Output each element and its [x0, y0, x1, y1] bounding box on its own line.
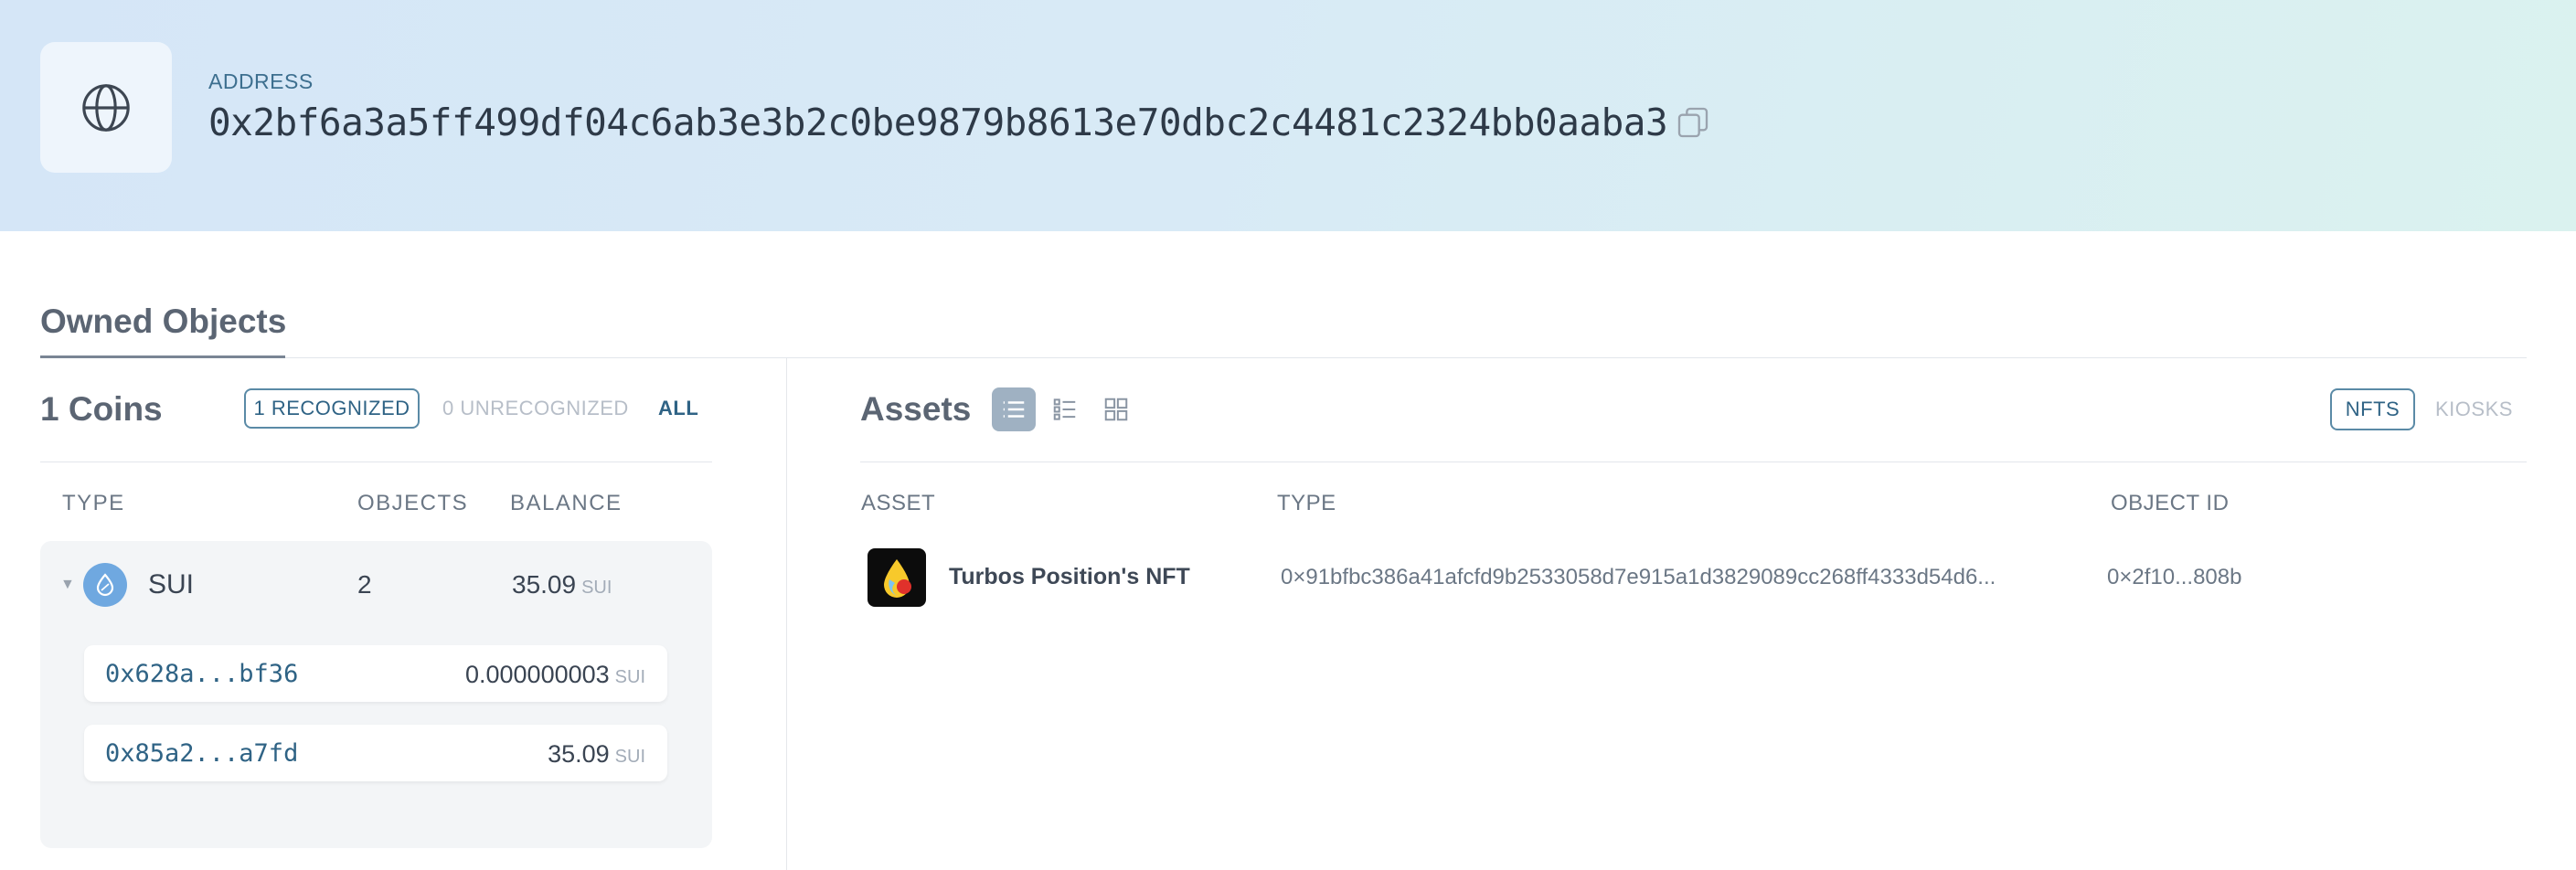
- address-value: 0x2bf6a3a5ff499df04c6ab3e3b2c0be9879b861…: [208, 101, 1668, 144]
- address-header: ADDRESS 0x2bf6a3a5ff499df04c6ab3e3b2c0be…: [0, 0, 2576, 231]
- turbos-logo-icon: [884, 559, 911, 598]
- coin-balance-unit: SUI: [581, 578, 612, 598]
- coin-object-amount-unit: SUI: [614, 667, 645, 687]
- collapse-caret-icon[interactable]: ▼: [60, 577, 75, 593]
- detailed-list-icon: [1053, 398, 1076, 420]
- assets-title: Assets: [860, 390, 972, 428]
- active-tab-indicator: [40, 355, 285, 358]
- column-header-balance: BALANCE: [510, 491, 623, 515]
- coins-title: 1 Coins: [40, 390, 163, 428]
- coin-object-amount-value: 35.09: [548, 740, 610, 768]
- coin-object-amount: 35.09 SUI: [548, 740, 645, 769]
- copy-icon[interactable]: [1675, 104, 1711, 141]
- address-label: ADDRESS: [208, 69, 314, 93]
- tab-kiosks[interactable]: KIOSKS: [2435, 388, 2513, 430]
- coin-object-id-link[interactable]: 0x85a2...a7fd: [105, 739, 298, 768]
- sui-token-icon: [83, 563, 127, 607]
- filter-all-button[interactable]: ALL: [658, 388, 698, 429]
- coin-name[interactable]: SUI: [148, 569, 194, 600]
- nft-object-id-link[interactable]: 0×2f10...808b: [2107, 565, 2241, 590]
- address-avatar: [40, 42, 172, 173]
- column-header-type: TYPE: [62, 491, 125, 515]
- detailed-list-view-button[interactable]: [1043, 387, 1087, 431]
- nft-type-link[interactable]: 0×91bfbc386a41afcfd9b2533058d7e915a1d382…: [1281, 565, 2060, 590]
- filter-unrecognized-button[interactable]: 0 UNRECOGNIZED: [442, 388, 629, 429]
- column-header-type: TYPE: [1277, 491, 1336, 515]
- coin-object-amount: 0.000000003 SUI: [465, 661, 645, 689]
- nft-thumbnail[interactable]: [868, 548, 926, 607]
- nft-name-link[interactable]: Turbos Position's NFT: [949, 564, 1190, 590]
- droplet-icon: [96, 573, 114, 597]
- coin-object-row[interactable]: 0x628a...bf36 0.000000003 SUI: [84, 645, 667, 702]
- column-header-objects: OBJECTS: [357, 491, 469, 515]
- list-view-button[interactable]: [992, 387, 1036, 431]
- coin-object-id-link[interactable]: 0x628a...bf36: [105, 660, 298, 688]
- grid-view-button[interactable]: [1094, 387, 1138, 431]
- section-divider: [40, 357, 2527, 358]
- coin-object-amount-value: 0.000000003: [464, 661, 610, 688]
- tab-nfts[interactable]: NFTS: [2330, 388, 2415, 430]
- coin-object-count: 2: [357, 570, 372, 599]
- column-header-asset: ASSET: [861, 491, 936, 515]
- coin-object-amount-unit: SUI: [614, 747, 645, 767]
- filter-recognized-button[interactable]: 1 RECOGNIZED: [244, 388, 420, 429]
- tab-owned-objects[interactable]: Owned Objects: [40, 302, 286, 341]
- column-header-object-id: OBJECT ID: [2111, 491, 2230, 515]
- coin-object-row[interactable]: 0x85a2...a7fd 35.09 SUI: [84, 725, 667, 781]
- list-view-icon: [1003, 401, 1025, 418]
- coin-balance-value: 35.09: [512, 570, 577, 599]
- grid-view-icon: [1104, 398, 1128, 421]
- panel-divider: [786, 358, 787, 870]
- coin-balance: 35.09 SUI: [512, 570, 612, 599]
- globe-icon: [82, 83, 130, 132]
